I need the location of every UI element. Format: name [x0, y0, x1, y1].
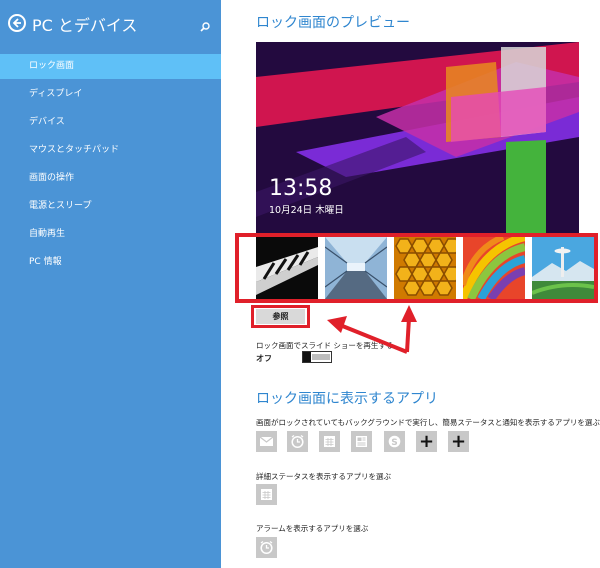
slideshow-label: ロック画面でスライド ショーを再生する: [256, 341, 394, 350]
back-arrow-icon[interactable]: [8, 14, 26, 32]
space-needle-image[interactable]: [532, 237, 594, 299]
skype-icon[interactable]: S: [384, 431, 405, 452]
piano-keys-image[interactable]: [256, 237, 318, 299]
lock-time: 13:58: [269, 176, 333, 201]
sidebar-item-display[interactable]: ディスプレイ: [0, 82, 221, 107]
calendar-icon[interactable]: [319, 431, 340, 452]
slideshow-toggle[interactable]: [302, 351, 332, 363]
preview-heading: ロック画面のプレビュー: [256, 15, 410, 31]
detailed-status-label: 詳細ステータスを表示するアプリを選ぶ: [256, 472, 391, 481]
svg-text:S: S: [391, 438, 397, 448]
main-panel: ロック画面のプレビュー 13:58 10月24日 木曜日 参照 ロック画面でスラ…: [221, 0, 600, 568]
lock-date: 10月24日 木曜日: [269, 205, 344, 216]
apps-heading: ロック画面に表示するアプリ: [256, 391, 438, 407]
quick-status-label: 画面がロックされていてもバックグラウンドで実行し、簡易ステータスと通知を表示する…: [256, 418, 600, 427]
search-icon[interactable]: [200, 17, 210, 36]
lock-screen-preview: 13:58 10月24日 木曜日: [256, 42, 579, 233]
tunnel-image[interactable]: [325, 237, 387, 299]
toggle-track: [312, 354, 330, 360]
slideshow-state: オフ: [256, 354, 272, 363]
add-app-plus-icon[interactable]: +: [416, 431, 437, 452]
toggle-knob: [303, 352, 311, 362]
sidebar-item-corners-edges[interactable]: 画面の操作: [0, 166, 221, 191]
honeycomb-image[interactable]: [394, 237, 456, 299]
alarm-apps-label: アラームを表示するアプリを選ぶ: [256, 524, 369, 533]
alarm-icon[interactable]: [287, 431, 308, 452]
sidebar-item-devices[interactable]: デバイス: [0, 110, 221, 135]
mail-icon[interactable]: [256, 431, 277, 452]
news-icon[interactable]: [351, 431, 372, 452]
add-app-plus-icon[interactable]: +: [448, 431, 469, 452]
calendar-icon[interactable]: [256, 484, 277, 505]
sidebar-item-power-sleep[interactable]: 電源とスリープ: [0, 194, 221, 219]
alarm-icon[interactable]: [256, 537, 277, 558]
rainbow-stripes-image[interactable]: [463, 237, 525, 299]
sidebar: PC とデバイス ロック画面 ディスプレイ デバイス マウスとタッチパッド 画面…: [0, 0, 221, 568]
sidebar-item-pc-info[interactable]: PC 情報: [0, 250, 221, 275]
sidebar-item-mouse-touchpad[interactable]: マウスとタッチパッド: [0, 138, 221, 163]
sidebar-item-autoplay[interactable]: 自動再生: [0, 222, 221, 247]
sidebar-item-lock-screen[interactable]: ロック画面: [0, 54, 221, 79]
browse-button[interactable]: 参照: [256, 309, 305, 324]
page-title: PC とデバイス: [32, 16, 138, 35]
